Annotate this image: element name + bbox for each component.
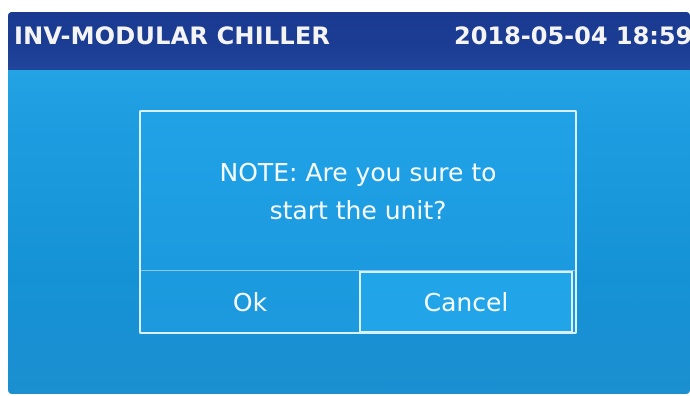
header-bar: INV-MODULAR CHILLER 2018-05-04 18:59 [8, 12, 690, 70]
dialog-message-line-1: NOTE: Are you sure to [219, 158, 497, 187]
hmi-screen: INV-MODULAR CHILLER 2018-05-04 18:59 NOT… [8, 12, 690, 394]
dialog-button-row: Ok Cancel [141, 270, 575, 333]
dialog-message-line-2: start the unit? [269, 196, 447, 225]
confirm-dialog: NOTE: Are you sure to start the unit? Ok… [139, 110, 577, 334]
ok-button[interactable]: Ok [141, 271, 359, 333]
cancel-button[interactable]: Cancel [359, 271, 573, 333]
app-title: INV-MODULAR CHILLER [14, 22, 331, 50]
datetime-display: 2018-05-04 18:59 [454, 22, 690, 50]
dialog-message: NOTE: Are you sure to start the unit? [141, 154, 575, 230]
